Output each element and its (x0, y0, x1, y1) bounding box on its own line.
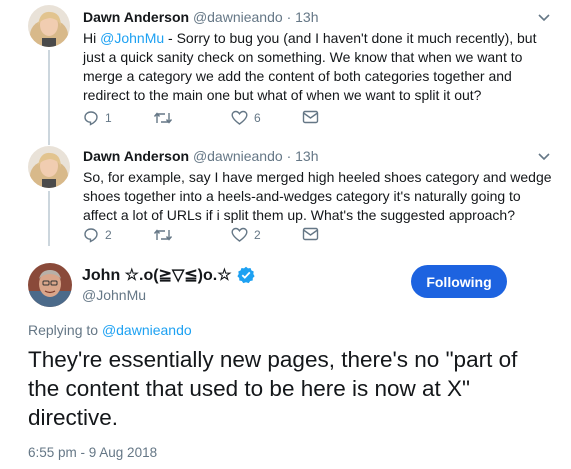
heart-icon (231, 110, 248, 125)
retweet-button[interactable] (153, 227, 179, 243)
avatar-john[interactable] (28, 263, 72, 307)
author-handle[interactable]: @dawnieando (193, 148, 283, 164)
thread-line (48, 50, 50, 145)
reply-count: 1 (105, 111, 112, 125)
text-prefix: Hi (83, 30, 101, 46)
author-name[interactable]: Dawn Anderson (83, 9, 189, 25)
like-count: 2 (254, 228, 261, 242)
avatar-dawn-2[interactable] (28, 146, 70, 188)
following-button[interactable]: Following (411, 265, 507, 298)
tweet-1-header: Dawn Anderson @dawnieando · 13h (83, 9, 318, 25)
reply-button[interactable]: 2 (83, 227, 112, 243)
replying-to-link[interactable]: @dawnieando (102, 322, 192, 338)
envelope-icon (302, 110, 319, 124)
like-button[interactable]: 2 (231, 227, 261, 243)
message-button[interactable] (302, 110, 319, 124)
reply-count: 2 (105, 228, 112, 242)
replying-prefix: Replying to (28, 322, 99, 338)
tweet-2-header: Dawn Anderson @dawnieando · 13h (83, 148, 318, 164)
separator-dot: · (286, 9, 292, 25)
chevron-down-icon[interactable] (537, 11, 551, 25)
main-tweet-timestamp[interactable]: 6:55 pm - 9 Aug 2018 (28, 445, 157, 460)
main-author-name[interactable]: John ☆.o(≧▽≦)o.☆ (82, 265, 255, 285)
retweet-icon (153, 229, 173, 241)
message-button[interactable] (302, 227, 319, 241)
separator-dot: · (286, 148, 292, 164)
mention-link[interactable]: @JohnMu (100, 30, 164, 46)
replying-to: Replying to @dawnieando (28, 322, 192, 338)
main-author-handle[interactable]: @JohnMu (82, 287, 146, 303)
like-button[interactable]: 6 (231, 110, 261, 126)
tweet-time[interactable]: 13h (295, 148, 318, 164)
heart-icon (231, 227, 248, 242)
tweet-1-text: Hi @JohnMu - Sorry to bug you (and I hav… (83, 29, 553, 105)
author-name[interactable]: Dawn Anderson (83, 148, 189, 164)
author-handle[interactable]: @dawnieando (193, 9, 283, 25)
main-author-name-text: John ☆.o(≧▽≦)o.☆ (82, 267, 232, 284)
verified-badge-icon (236, 266, 255, 284)
main-tweet-text: They're essentially new pages, there's n… (28, 347, 518, 430)
envelope-icon (302, 227, 319, 241)
retweet-icon (153, 112, 173, 124)
tweet-time[interactable]: 13h (295, 9, 318, 25)
reply-button[interactable]: 1 (83, 110, 112, 126)
tweet-2-text: So, for example, say I have merged high … (83, 169, 552, 223)
reply-icon (84, 111, 98, 126)
thread-line (48, 191, 50, 246)
retweet-button[interactable] (153, 110, 179, 126)
avatar-dawn-1[interactable] (28, 5, 70, 47)
reply-icon (84, 228, 98, 243)
like-count: 6 (254, 111, 261, 125)
chevron-down-icon[interactable] (537, 150, 551, 164)
